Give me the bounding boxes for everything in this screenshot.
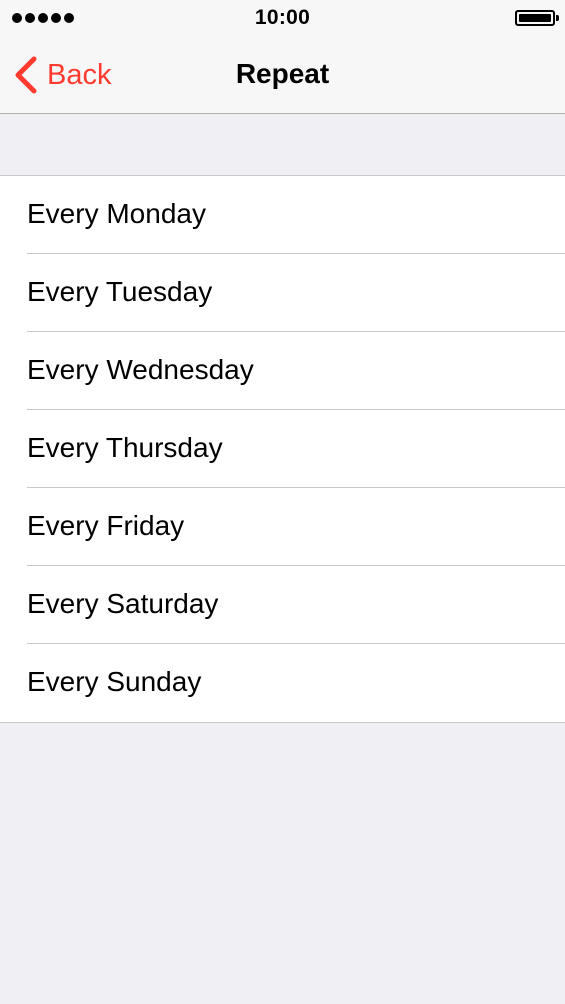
option-label: Every Saturday <box>27 588 219 619</box>
option-label: Every Wednesday <box>27 354 254 385</box>
page-title: Repeat <box>235 58 330 89</box>
option-label: Every Monday <box>27 198 206 229</box>
option-every-wednesday[interactable]: Every Wednesday <box>0 332 565 410</box>
option-every-monday[interactable]: Every Monday <box>0 176 565 254</box>
option-every-friday[interactable]: Every Friday <box>0 488 565 566</box>
status-time: 10:00 <box>254 6 311 29</box>
option-every-tuesday[interactable]: Every Tuesday <box>0 254 565 332</box>
option-label: Every Tuesday <box>27 276 213 307</box>
repeat-options-list: Every Monday Every Tuesday Every Wednesd… <box>0 175 565 723</box>
navigation-bar: Back Repeat <box>0 38 565 114</box>
option-label: Every Sunday <box>27 666 202 697</box>
option-label: Every Friday <box>27 510 185 541</box>
status-bar: 10:00 <box>0 0 565 38</box>
battery-full-icon <box>515 10 559 26</box>
option-every-saturday[interactable]: Every Saturday <box>0 566 565 644</box>
option-label: Every Thursday <box>27 432 223 463</box>
option-every-sunday[interactable]: Every Sunday <box>0 644 565 722</box>
option-every-thursday[interactable]: Every Thursday <box>0 410 565 488</box>
